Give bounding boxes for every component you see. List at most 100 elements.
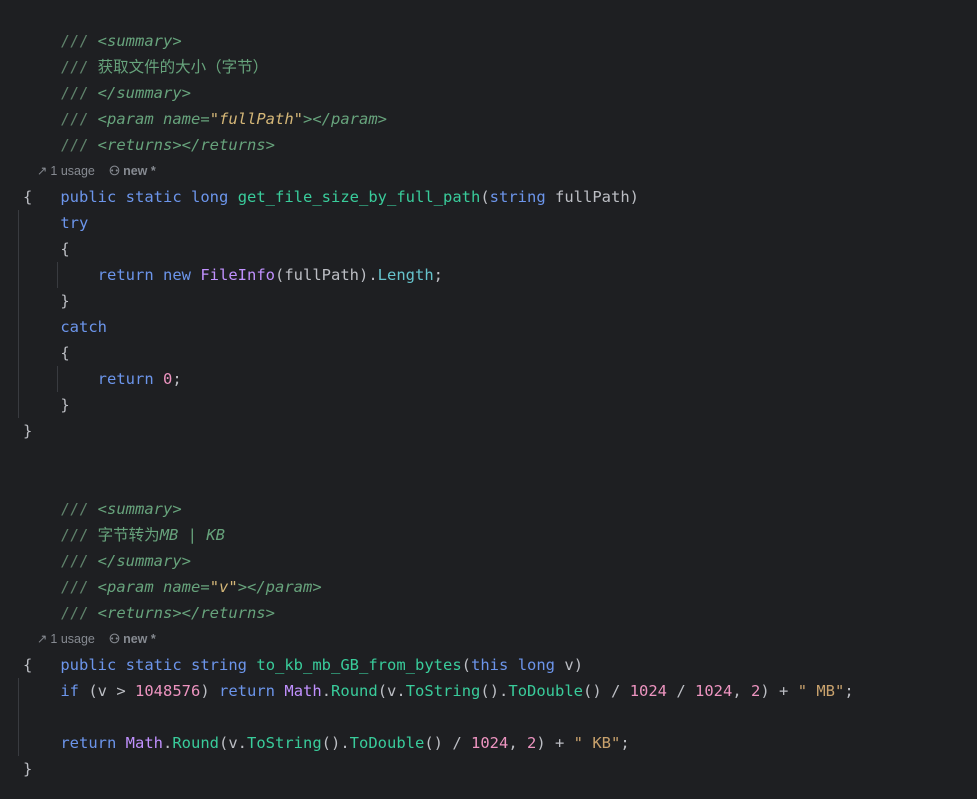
method-call[interactable]: ToDouble <box>350 734 425 752</box>
code-line: return 0; <box>23 366 182 392</box>
method-call[interactable]: Round <box>331 682 378 700</box>
code-line: return Math.Round(v.ToString().ToDouble(… <box>23 730 630 756</box>
keyword: new <box>163 266 191 284</box>
method-signature: public static string to_kb_mb_GB_from_by… <box>23 626 583 674</box>
code-text: () / <box>583 682 630 700</box>
code-editor[interactable]: /// <summary> /// 获取文件的大小（字节） /// </summ… <box>0 0 977 799</box>
doc-comment-line: /// <summary> <box>23 470 181 518</box>
keyword: long <box>517 656 556 674</box>
keyword: string <box>191 656 248 674</box>
doc-comment-line: /// </summary> <box>23 54 191 102</box>
doc-comment-line: /// <returns></returns> <box>23 106 275 154</box>
keyword: if <box>60 682 79 700</box>
keyword: return <box>97 266 154 284</box>
param-name: fullPath <box>555 188 630 206</box>
code-line: try <box>23 210 88 236</box>
code-line: } <box>23 756 32 782</box>
punct: ) <box>629 188 640 206</box>
method-call[interactable]: Round <box>172 734 219 752</box>
code-line: } <box>23 288 70 314</box>
indent-guide <box>18 210 19 418</box>
class-name[interactable]: Math <box>126 734 163 752</box>
code-text: ) + <box>536 734 574 752</box>
brace: } <box>23 760 33 778</box>
keyword: try <box>60 214 89 232</box>
punct: ; <box>172 370 182 388</box>
number-literal: 1024 <box>629 682 668 700</box>
brace: } <box>60 292 70 310</box>
code-line: } <box>23 418 32 444</box>
keyword: this <box>471 656 509 674</box>
method-name[interactable]: get_file_size_by_full_path <box>238 188 481 206</box>
method-call[interactable]: ToDouble <box>508 682 583 700</box>
code-text: , <box>732 682 752 700</box>
doc-comment-line: /// <param name="v"></param> <box>23 548 321 596</box>
code-text: (v. <box>377 682 406 700</box>
code-line: { <box>23 340 69 366</box>
keyword: return <box>60 734 117 752</box>
class-name[interactable]: FileInfo <box>200 266 275 284</box>
doc-comment-line: /// </summary> <box>23 522 191 570</box>
keyword: return <box>97 370 154 388</box>
code-line: { <box>23 652 32 678</box>
code-line: { <box>23 184 32 210</box>
property-name[interactable]: Length <box>378 266 434 284</box>
punct: ; <box>844 682 854 700</box>
keyword: static <box>125 656 182 674</box>
code-text: , <box>508 734 527 752</box>
code-text: (). <box>321 734 350 752</box>
class-name[interactable]: Math <box>284 682 321 700</box>
doc-comment-line: /// <summary> <box>23 2 181 50</box>
brace: } <box>60 396 70 414</box>
code-line: return new FileInfo(fullPath).Length; <box>23 262 443 288</box>
punct: . <box>321 682 332 700</box>
code-text: / <box>667 682 696 700</box>
doc-comment-line: /// 获取文件的大小（字节） <box>23 28 268 76</box>
doc-comment-line: /// <param name="fullPath"></param> <box>23 80 387 128</box>
keyword: public <box>60 656 117 674</box>
punct: ( <box>480 188 490 206</box>
code-line: if (v > 1048576) return Math.Round(v.ToS… <box>23 678 854 704</box>
number-literal: 2 <box>751 682 761 700</box>
punct: ) <box>573 656 584 674</box>
method-call[interactable]: ToString <box>247 734 322 752</box>
brace: { <box>23 188 33 206</box>
code-text: () / <box>424 734 471 752</box>
method-name[interactable]: to_kb_mb_GB_from_bytes <box>256 656 461 674</box>
keyword: static <box>125 188 182 206</box>
indent-guide <box>18 678 19 756</box>
code-line: { <box>23 236 70 262</box>
method-call[interactable]: ToString <box>406 682 481 700</box>
code-text: ) + <box>760 682 798 700</box>
keyword: return <box>219 682 276 700</box>
brace: { <box>23 656 33 674</box>
code-text: (). <box>480 682 509 700</box>
method-signature: public static long get_file_size_by_full… <box>23 158 639 206</box>
keyword: catch <box>60 318 107 336</box>
punct: ; <box>620 734 630 752</box>
number-literal: 0 <box>163 370 173 388</box>
punct: . <box>163 734 173 752</box>
keyword: public <box>60 188 117 206</box>
number-literal: 1024 <box>695 682 733 700</box>
doc-comment-line: /// 字节转为MB | KB <box>23 496 225 544</box>
code-vision-hint: ↗ 1 usage ⚇ new * <box>23 600 156 646</box>
doc-tag: ></param> <box>303 110 388 128</box>
string-literal: " KB" <box>573 734 621 752</box>
doc-comment-line: /// <returns></returns> <box>23 574 275 622</box>
code-vision-hint: ↗ 1 usage ⚇ new * <box>23 132 156 178</box>
code-line: catch <box>23 314 107 340</box>
keyword: string <box>489 188 546 206</box>
code-text: (v > <box>88 682 136 700</box>
punct: ; <box>433 266 443 284</box>
brace: { <box>60 240 70 258</box>
code-text: (v. <box>219 734 248 752</box>
number-literal: 1048576 <box>135 682 201 700</box>
keyword: long <box>191 188 229 206</box>
number-literal: 1024 <box>471 734 509 752</box>
brace: } <box>23 422 33 440</box>
param-name: v <box>564 656 574 674</box>
number-literal: 2 <box>527 734 537 752</box>
code-text: ) <box>200 682 220 700</box>
code-line: } <box>23 392 70 418</box>
